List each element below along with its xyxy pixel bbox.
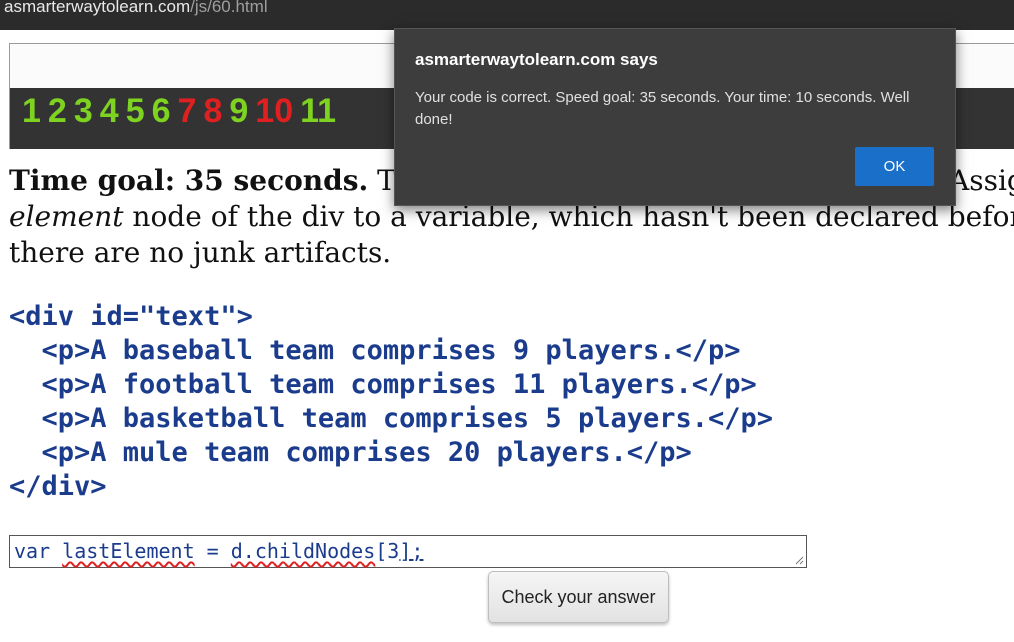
url-text[interactable]: asmarterwaytolearn.com/js/60.html <box>4 0 268 17</box>
check-answer-button[interactable]: Check your answer <box>488 571 669 623</box>
answer-text: [3 <box>375 539 400 563</box>
code-line: <p>A mule team comprises 20 players.</p> <box>9 437 692 468</box>
chapter-number-7[interactable]: 7 <box>178 92 197 131</box>
answer-text: d.childNodes <box>230 539 376 563</box>
chapter-number-10[interactable]: 10 <box>255 92 293 131</box>
code-line: </div> <box>9 471 107 502</box>
dialog-title: asmarterwaytolearn.com says <box>415 50 658 69</box>
dialog-message: Your code is correct. Speed goal: 35 sec… <box>415 89 910 128</box>
answer-text: = <box>194 539 231 563</box>
answer-text: lastElement <box>62 539 195 563</box>
chapter-number-8[interactable]: 8 <box>203 92 222 131</box>
emphasis-element: element <box>9 200 124 233</box>
ok-button[interactable]: OK <box>855 147 934 186</box>
time-goal: Time goal: 35 seconds. <box>9 164 369 197</box>
alert-dialog: asmarterwaytolearn.com says Your code is… <box>394 28 956 206</box>
answer-input[interactable]: var lastElement = d.childNodes[3]; <box>9 535 807 568</box>
chapter-number-9[interactable]: 9 <box>229 92 248 131</box>
code-sample: <div id="text"> <p>A baseball team compr… <box>9 300 773 504</box>
resize-grip-icon[interactable] <box>794 555 804 565</box>
chapter-number-5[interactable]: 5 <box>126 92 145 131</box>
answer-text: ]; <box>399 539 424 563</box>
chapter-number-4[interactable]: 4 <box>100 92 119 131</box>
chapter-number-1[interactable]: 1 <box>22 92 41 131</box>
address-bar[interactable]: asmarterwaytolearn.com/js/60.html <box>0 0 1014 30</box>
code-line: <p>A baseball team comprises 9 players.<… <box>9 335 741 366</box>
chapter-number-2[interactable]: 2 <box>48 92 67 131</box>
chapter-number-11[interactable]: 11 <box>300 92 336 131</box>
url-host: asmarterwaytolearn.com <box>4 0 191 16</box>
code-line: <div id="text"> <box>9 301 253 332</box>
code-line: <p>A basketball team comprises 5 players… <box>9 403 774 434</box>
chapter-numbers: 1 2 3 4 5 6 7 8 9 10 11 <box>22 92 343 131</box>
page: asmarterwaytolearn.com/js/60.html A Smar… <box>0 0 1014 642</box>
chapter-number-3[interactable]: 3 <box>74 92 93 131</box>
instructions-line-1-right: Assig <box>949 164 1014 197</box>
chapter-number-6[interactable]: 6 <box>152 92 171 131</box>
answer-text: var <box>14 539 63 563</box>
instructions-line-3: there are no junk artifacts. <box>9 236 392 269</box>
url-path: /js/60.html <box>190 0 268 16</box>
code-line: <p>A football team comprises 11 players.… <box>9 369 757 400</box>
